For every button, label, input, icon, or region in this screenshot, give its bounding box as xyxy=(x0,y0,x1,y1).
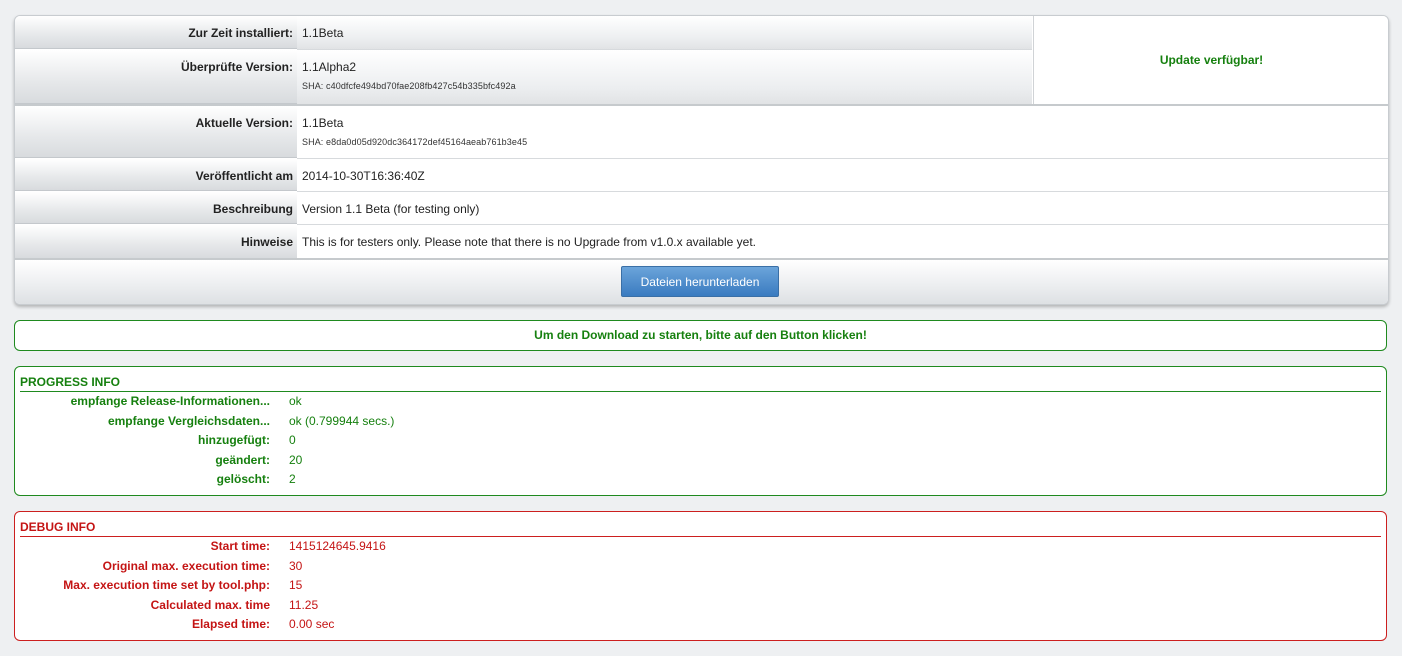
current-row: Aktuelle Version: 1.1Beta SHA: e8da0d05d… xyxy=(15,106,1388,159)
checked-value: 1.1Alpha2 SHA: c40dfcfe494bd70fae208fb42… xyxy=(297,50,1032,105)
download-files-button[interactable]: Dateien herunterladen xyxy=(621,266,779,297)
progress-row: empfange Release-Informationen... ok xyxy=(70,394,302,408)
notes-label: Hinweise xyxy=(15,225,297,258)
current-value: 1.1Beta SHA: e8da0d05d920dc364172def4516… xyxy=(297,106,1388,159)
download-notice: Um den Download zu starten, bitte auf de… xyxy=(14,320,1387,351)
published-row: Veröffentlicht am 2014-10-30T16:36:40Z xyxy=(15,159,1388,192)
debug-row: Start time: 1415124645.9416 xyxy=(210,539,386,553)
current-sha: SHA: e8da0d05d920dc364172def45164aeab761… xyxy=(302,137,528,147)
installed-row: Zur Zeit installiert: 1.1Beta xyxy=(15,16,1032,50)
installed-label: Zur Zeit installiert: xyxy=(15,16,297,49)
checked-row: Überprüfte Version: 1.1Alpha2 SHA: c40df… xyxy=(15,50,1032,105)
progress-row: gelöscht: 2 xyxy=(216,472,296,487)
progress-row: geändert: 20 xyxy=(215,452,303,467)
notes-value: This is for testers only. Please note th… xyxy=(297,225,1388,258)
progress-row: empfange Vergleichsdaten... ok (0.799944… xyxy=(107,413,395,428)
description-row: Beschreibung Version 1.1 Beta (for testi… xyxy=(15,192,1388,225)
description-value: Version 1.1 Beta (for testing only) xyxy=(297,192,1388,225)
progress-info-box: PROGRESS INFO empfange Release-Informati… xyxy=(14,366,1387,496)
update-status: Update verfügbar! xyxy=(1033,16,1388,104)
progress-row: hinzugefügt: 0 xyxy=(198,433,296,448)
installed-value: 1.1Beta xyxy=(297,16,1032,50)
debug-row: Original max. execution time: 30 xyxy=(102,558,303,573)
progress-info-title: PROGRESS INFO xyxy=(20,375,1381,392)
debug-info-box: DEBUG INFO Start time: 1415124645.9416 O… xyxy=(14,511,1387,641)
published-value: 2014-10-30T16:36:40Z xyxy=(297,159,1388,192)
published-label: Veröffentlicht am xyxy=(15,159,297,191)
panel-footer: Dateien herunterladen xyxy=(15,258,1388,304)
description-label: Beschreibung xyxy=(15,192,297,224)
debug-row: Elapsed time: 0.00 sec xyxy=(191,617,335,632)
debug-info-title: DEBUG INFO xyxy=(20,520,1381,537)
current-label: Aktuelle Version: xyxy=(15,106,297,158)
version-panel: Zur Zeit installiert: 1.1Beta Überprüfte… xyxy=(14,15,1389,305)
notes-row: Hinweise This is for testers only. Pleas… xyxy=(15,225,1388,258)
checked-label: Überprüfte Version: xyxy=(15,50,297,104)
checked-sha: SHA: c40dfcfe494bd70fae208fb427c54b335bf… xyxy=(302,81,516,91)
debug-row: Max. execution time set by tool.php: 15 xyxy=(63,578,303,593)
debug-row: Calculated max. time 11.25 xyxy=(150,597,319,612)
